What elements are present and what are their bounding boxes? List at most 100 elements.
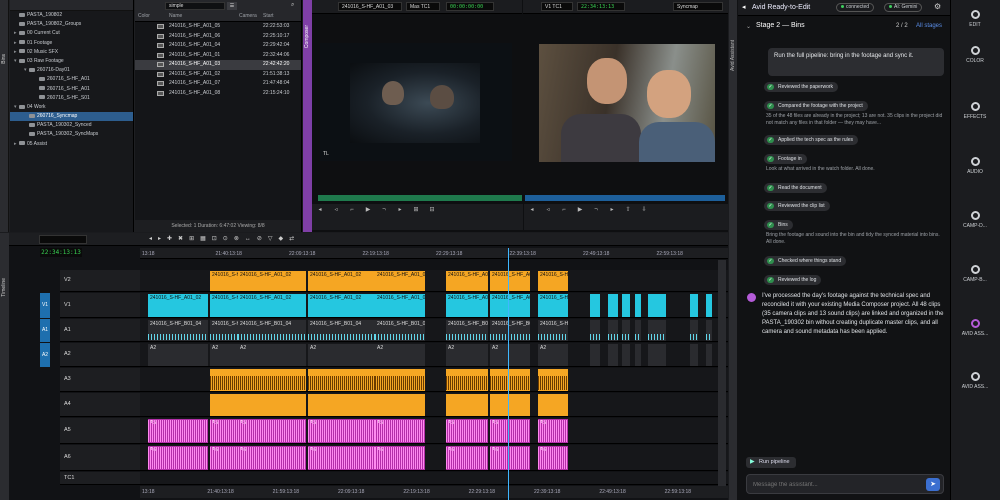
timeline-clip[interactable]: 241016_S-HF_A01_02 xyxy=(148,294,208,317)
timeline-clip[interactable]: A6 xyxy=(446,446,488,470)
track-header[interactable]: A6 xyxy=(60,445,140,471)
folder-item[interactable]: 260716_Syncmap xyxy=(10,112,133,122)
timeline-clip[interactable]: 241016_S-HF_A01_02 xyxy=(375,294,425,317)
timeline-clip[interactable] xyxy=(622,320,630,341)
timeline-clip[interactable] xyxy=(648,294,666,317)
mark-out-icon[interactable]: ¬ xyxy=(379,206,389,214)
timeline-clip[interactable]: 241016_S-HF_A01_02 xyxy=(446,294,488,317)
timeline-clip[interactable]: A5 xyxy=(490,419,530,443)
timeline-clip[interactable] xyxy=(608,294,618,317)
timeline-clip[interactable]: A6 xyxy=(538,446,568,470)
clip-row[interactable]: 241016_S-HF_A01_05 22:22:53:03 xyxy=(135,22,301,32)
folder-item[interactable]: PASTA_190802 xyxy=(10,11,133,20)
source-track-toggle[interactable]: A1 xyxy=(40,319,50,342)
col-color[interactable]: Color xyxy=(138,13,150,19)
playhead[interactable] xyxy=(508,248,509,500)
track-header[interactable]: V2 xyxy=(60,270,140,292)
timeline-clip[interactable]: 241016_S-HF_B01_04 xyxy=(238,320,306,341)
timeline-clip[interactable]: A6 xyxy=(375,446,425,470)
timeline-clip[interactable] xyxy=(635,320,641,341)
clip-row[interactable]: 241016_S-HF_A01_07 21:47:48:04 xyxy=(135,79,301,89)
timeline-clip[interactable]: A5 xyxy=(238,419,306,443)
folder-item[interactable]: PASTA_190302_SyncMaps xyxy=(10,130,133,139)
timeline-clip[interactable]: 241016_S-HF_B01_04 xyxy=(308,320,375,341)
folder-item[interactable]: 260716_S-HF_A01 xyxy=(10,85,133,94)
timeline-clip[interactable]: A5 xyxy=(375,419,425,443)
record-track-label[interactable]: V1 TC1 xyxy=(541,2,573,11)
timeline-tc-box[interactable] xyxy=(39,235,87,244)
rail-item[interactable]: AUDIO xyxy=(950,157,1000,175)
timeline-clip[interactable] xyxy=(608,344,618,366)
timeline-clip[interactable]: 241016_S-HF_A01_02 xyxy=(238,271,306,291)
timeline-clip[interactable] xyxy=(635,344,641,366)
source-clip-name[interactable]: 241016_S-HF_A01_03 xyxy=(338,2,402,11)
timeline-strip[interactable]: Timeline xyxy=(0,233,9,500)
timeline-clip[interactable]: 241016_S-HF_A01_02 xyxy=(308,271,375,291)
mark-out-icon[interactable]: ¬ xyxy=(591,206,601,214)
folder-item[interactable]: 260716_S-HF_S01 xyxy=(10,94,133,103)
timeline-clip[interactable]: A2 xyxy=(375,344,425,366)
timeline-clip[interactable] xyxy=(622,294,630,317)
timeline-clip[interactable]: 241016_S-HF_A01_02 xyxy=(446,271,488,291)
timeline-clip[interactable] xyxy=(590,344,600,366)
play-icon[interactable]: ▶ xyxy=(363,206,373,214)
search-icon[interactable]: ⌕ xyxy=(291,2,294,9)
timeline-clip[interactable] xyxy=(648,344,666,366)
timeline-clip[interactable]: 241016_S-HF_B01_04 xyxy=(375,320,425,341)
timeline-clip[interactable] xyxy=(648,320,666,341)
timeline-clip[interactable]: 241016_S-HF_B01_04 xyxy=(538,320,568,341)
timeline-clip[interactable]: A5 xyxy=(308,419,375,443)
lift-icon[interactable]: ⇧ xyxy=(623,206,633,214)
clip-row[interactable]: 241016_S-HF_A01_04 22:29:42:04 xyxy=(135,41,301,51)
timeline-ruler-top[interactable]: 13:18 21:40:13:18 22:09:13:18 22:19:13:18 22… xyxy=(140,248,728,259)
send-icon[interactable]: ➤ xyxy=(926,478,940,491)
clip-row[interactable]: 241016_S-HF_A01_08 22:15:24:10 xyxy=(135,89,301,99)
rail-item[interactable]: EDIT xyxy=(950,10,1000,28)
timeline-clip[interactable]: 241016_S-HF_A01_02 xyxy=(490,294,530,317)
view-menu-icon[interactable]: ☰ xyxy=(227,2,237,10)
timeline-ruler-bottom[interactable]: 13:18 21:40:13:18 21:59:13:18 22:09:13:18 22… xyxy=(140,486,728,498)
timeline-clip[interactable] xyxy=(690,344,698,366)
track-header[interactable]: A4 xyxy=(60,393,140,417)
mark-in-icon[interactable]: ⌐ xyxy=(559,206,569,214)
rail-item[interactable]: AVID ASS... xyxy=(950,319,1000,337)
folder-item[interactable]: ▸ 00 Current Cut xyxy=(10,29,133,38)
timeline-clip[interactable]: A2 xyxy=(490,344,530,366)
timeline-clip[interactable]: A2 xyxy=(538,344,568,366)
play-reverse-icon[interactable]: ◃ xyxy=(331,206,341,214)
timeline-clip[interactable] xyxy=(590,320,600,341)
source-scrub-bar[interactable] xyxy=(318,195,522,201)
track-header[interactable]: A1 xyxy=(60,319,140,342)
timeline-clip[interactable] xyxy=(490,394,530,416)
model-badge[interactable]: AI: Gemini xyxy=(884,3,923,12)
timeline-clip[interactable] xyxy=(635,294,641,317)
timeline-clip[interactable] xyxy=(706,344,712,366)
timeline-clip[interactable]: 241016_S-HF_A01_02 xyxy=(308,294,375,317)
timeline-clip[interactable] xyxy=(375,394,425,416)
folder-item[interactable]: ▾ 260716-Day01 xyxy=(10,66,133,75)
col-name[interactable]: Name xyxy=(169,13,182,19)
back-arrow-icon[interactable]: ◂ xyxy=(742,3,746,11)
splice-icon[interactable]: ⊞ xyxy=(411,206,421,214)
timeline-clip[interactable] xyxy=(538,369,568,391)
play-icon[interactable]: ▶ xyxy=(575,206,585,214)
track-header[interactable]: V1 xyxy=(60,293,140,318)
timeline-clip[interactable] xyxy=(238,394,306,416)
rail-item[interactable]: AVID ASS... xyxy=(950,372,1000,390)
all-stages-link[interactable]: All stages xyxy=(916,23,942,29)
timeline-clip[interactable]: 241016_S-HF_B01_04 xyxy=(148,320,208,341)
track-header[interactable]: A5 xyxy=(60,418,140,444)
col-camera[interactable]: Camera xyxy=(239,13,257,19)
timeline-clip[interactable] xyxy=(706,320,712,341)
step-forward-icon[interactable]: ▸ xyxy=(607,206,617,214)
clip-row[interactable]: 241016_S-HF_A01_06 22:25:10:17 xyxy=(135,32,301,42)
timeline-clip[interactable] xyxy=(375,369,425,391)
timeline-clip[interactable] xyxy=(446,394,488,416)
timeline-clip[interactable] xyxy=(690,320,698,341)
record-scrub-bar[interactable] xyxy=(525,195,725,201)
timeline-clip[interactable] xyxy=(690,294,698,317)
folder-item[interactable]: ▸ 05 Assist xyxy=(10,140,133,149)
folder-item[interactable]: PASTA_190802_Groups xyxy=(10,20,133,29)
timeline-clip[interactable]: A5 xyxy=(148,419,208,443)
timeline-clip[interactable]: A2 xyxy=(446,344,488,366)
